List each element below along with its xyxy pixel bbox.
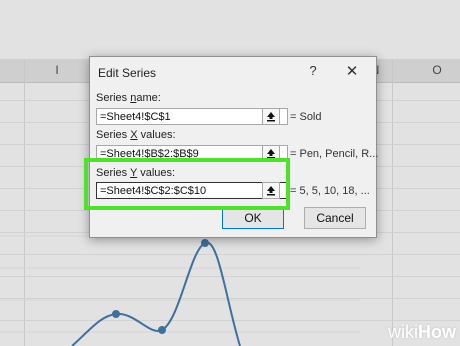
chart-data-point	[112, 310, 120, 318]
ok-button[interactable]: OK	[222, 207, 284, 229]
help-button[interactable]: ?	[306, 63, 320, 78]
watermark-how: How	[418, 322, 456, 342]
series-name-preview: = Sold	[290, 111, 322, 123]
highlight-box	[84, 158, 290, 210]
label-text: Series	[96, 92, 131, 104]
series-name-input[interactable]: =Sheet4!$C$1	[96, 108, 288, 125]
chart-series-line	[71, 241, 241, 346]
series-y-preview: = 5, 5, 10, 18, ...	[290, 185, 370, 197]
close-button[interactable]: ✕	[344, 62, 360, 80]
wikihow-watermark: wikiHow	[388, 322, 456, 343]
label-accelerator: X	[130, 129, 138, 141]
label-text: Series	[96, 129, 131, 141]
chart-data-point	[158, 326, 166, 334]
series-name-collapse-button[interactable]	[262, 108, 280, 125]
chart-data-point	[201, 239, 209, 247]
series-x-label: Series X values:	[96, 129, 176, 141]
cancel-button[interactable]: Cancel	[304, 207, 366, 229]
series-name-value: =Sheet4!$C$1	[100, 111, 171, 123]
label-text: values:	[137, 129, 176, 141]
series-name-label: Series name:	[96, 92, 161, 104]
label-text: ame:	[136, 92, 161, 104]
edit-series-dialog: Edit Series ? ✕ Series name: =Sheet4!$C$…	[89, 56, 379, 238]
series-x-preview: = Pen, Pencil, R...	[290, 148, 379, 160]
dialog-title: Edit Series	[98, 66, 157, 80]
collapse-arrow-icon	[267, 112, 275, 122]
watermark-wiki: wiki	[388, 322, 418, 342]
